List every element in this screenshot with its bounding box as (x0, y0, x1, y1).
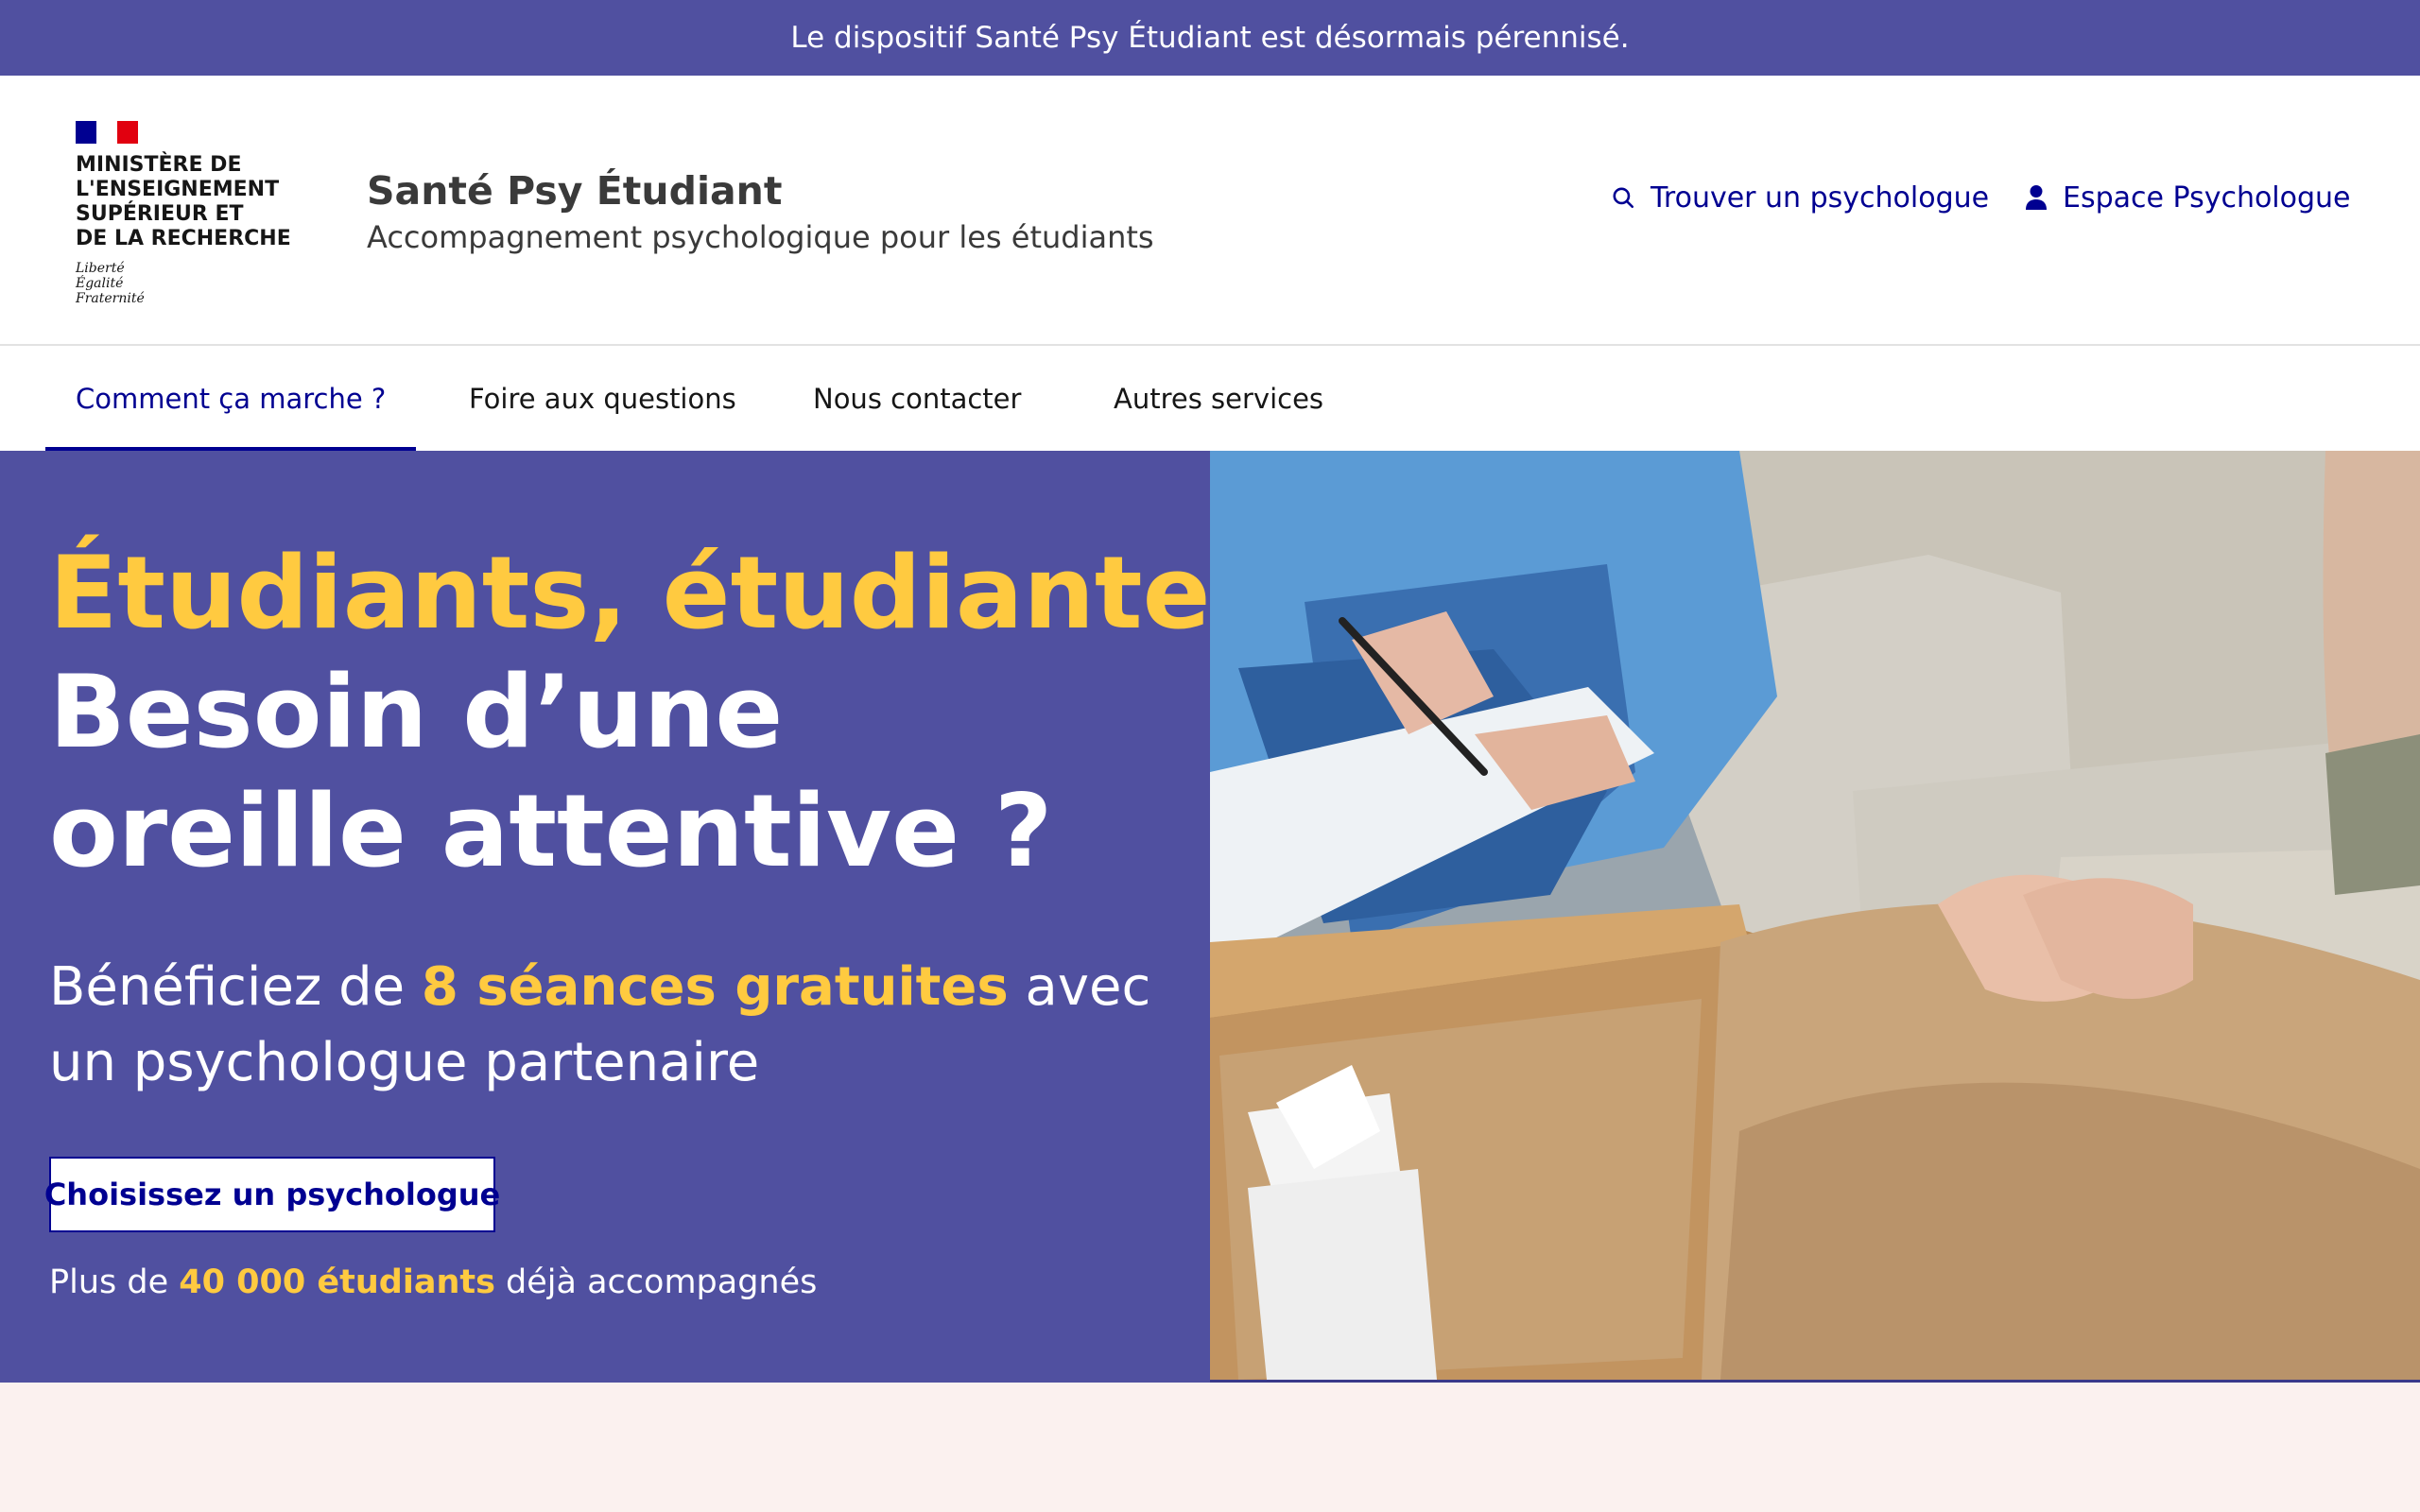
find-psychologist-link[interactable]: Trouver un psychologue (1611, 174, 1989, 221)
ministry-line: L'ENSEIGNEMENT (76, 178, 280, 201)
hero-title-highlight: Étudiants, étudiantes (49, 535, 1270, 651)
site-header: MINISTÈRE DE L'ENSEIGNEMENT SUPÉRIEUR ET… (0, 76, 2420, 346)
stats-prefix: Plus de (49, 1263, 180, 1301)
republic-motto: Liberté Égalité Fraternité (76, 261, 302, 306)
hero-subtitle-highlight: 8 séances gratuites (421, 956, 1009, 1018)
motto-line: Égalité (76, 276, 124, 291)
hero-content: Étudiants, étudiantes Besoin d’une oreil… (44, 451, 1270, 1383)
site-title[interactable]: Santé Psy Étudiant (367, 168, 782, 214)
psychologist-space-label: Espace Psychologue (2063, 180, 2351, 215)
nav-item-faq[interactable]: Foire aux questions (469, 347, 736, 451)
students-stats: Plus de 40 000 étudiants déjà accompagné… (49, 1263, 817, 1301)
psychologist-space-link[interactable]: Espace Psychologue (2025, 174, 2351, 221)
next-section-background (0, 1383, 2420, 1512)
main-navigation: Comment ça marche ? Foire aux questions … (0, 347, 2420, 451)
hero-subtitle-prefix: Bénéficiez de (49, 956, 422, 1018)
ministry-line: SUPÉRIEUR ET (76, 202, 244, 226)
stats-suffix: déjà accompagnés (494, 1263, 818, 1301)
ministry-logo[interactable]: MINISTÈRE DE L'ENSEIGNEMENT SUPÉRIEUR ET… (76, 121, 302, 306)
marianne-flag-icon (76, 121, 138, 144)
info-banner: Le dispositif Santé Psy Étudiant est dés… (0, 0, 2420, 76)
nav-item-contact[interactable]: Nous contacter (813, 347, 1021, 451)
user-icon (2026, 185, 2047, 210)
info-banner-text: Le dispositif Santé Psy Étudiant est dés… (790, 21, 1630, 55)
find-psychologist-label: Trouver un psychologue (1651, 180, 1990, 215)
hero-title: Besoin d’une oreille attentive ? (49, 654, 1053, 889)
ministry-line: MINISTÈRE DE (76, 153, 242, 177)
nav-item-how-it-works[interactable]: Comment ça marche ? (44, 347, 417, 451)
ministry-name: MINISTÈRE DE L'ENSEIGNEMENT SUPÉRIEUR ET… (76, 153, 302, 251)
site-tagline: Accompagnement psychologique pour les ét… (367, 219, 1154, 255)
ministry-line: DE LA RECHERCHE (76, 227, 291, 250)
hero-photo (1210, 451, 2420, 1380)
motto-line: Liberté (76, 261, 125, 276)
search-icon (1613, 187, 1634, 209)
choose-psychologist-button[interactable]: Choisissez un psychologue (44, 1157, 500, 1232)
nav-item-other-services[interactable]: Autres services (1114, 347, 1323, 451)
stats-highlight: 40 000 étudiants (179, 1263, 495, 1301)
motto-line: Fraternité (76, 291, 145, 306)
hero-subtitle: Bénéficiez de 8 séances gratuites avec u… (49, 950, 1165, 1101)
hero-section: Étudiants, étudiantes Besoin d’une oreil… (0, 451, 2420, 1383)
